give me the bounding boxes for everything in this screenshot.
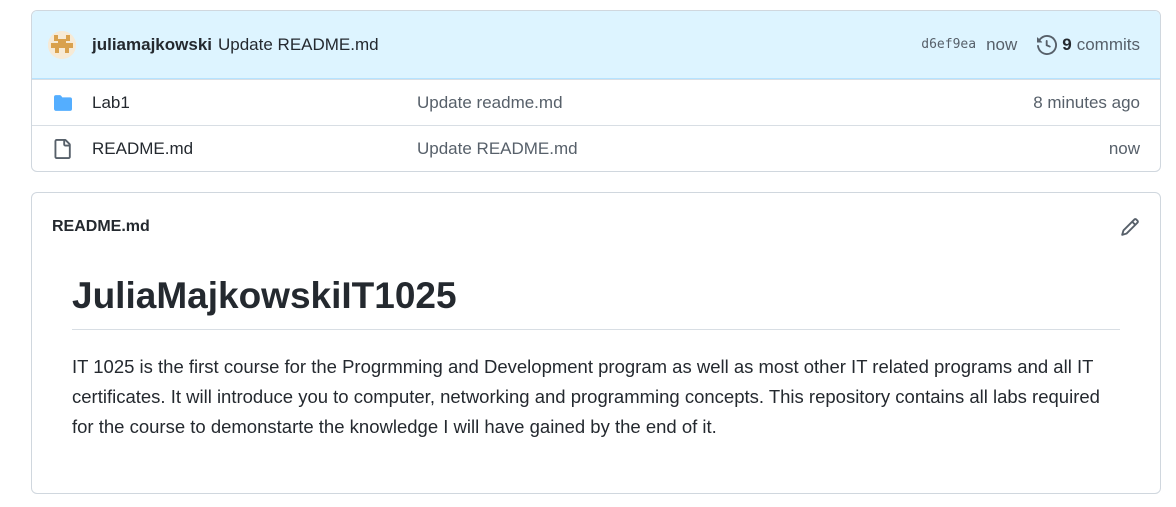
readme-filename-link[interactable]: README.md (52, 218, 150, 236)
readme-paragraph: IT 1025 is the first course for the Prog… (72, 356, 1100, 437)
commit-sha-link[interactable]: d6ef9ea (921, 37, 976, 52)
file-commit-time: 8 minutes ago (1033, 92, 1140, 112)
file-commit-time: now (1108, 138, 1140, 158)
commit-author-link[interactable]: juliamajkowski (92, 35, 212, 55)
readme-panel: README.md JuliaMajkowskiIT1025 IT 1025 i… (31, 192, 1161, 494)
file-name-link[interactable]: README.md (92, 139, 417, 159)
commit-meta: d6ef9ea now 9 commits (921, 35, 1140, 55)
avatar[interactable] (48, 30, 76, 59)
readme-content: JuliaMajkowskiIT1025 IT 1025 is the firs… (32, 261, 1160, 442)
history-icon (1037, 34, 1058, 55)
readme-header: README.md (32, 193, 1160, 261)
file-commit-message-link[interactable]: Update README.md (417, 139, 1109, 159)
file-browser: juliamajkowski Update README.md d6ef9ea … (31, 10, 1161, 172)
commit-history-link[interactable]: 9 commits (1037, 35, 1140, 55)
file-icon (52, 138, 74, 159)
commit-time: now (986, 34, 1018, 54)
commit-message-link[interactable]: Update README.md (218, 35, 379, 55)
pencil-icon[interactable] (1120, 217, 1140, 237)
commit-count: 9 (1062, 34, 1072, 54)
identicon-avatar-icon (48, 30, 76, 59)
file-commit-message-link[interactable]: Update readme.md (417, 93, 1033, 113)
file-row-lab1[interactable]: Lab1 Update readme.md 8 minutes ago (32, 79, 1160, 125)
readme-heading: JuliaMajkowskiIT1025 (72, 275, 1120, 330)
commits-label: commits (1076, 34, 1140, 54)
folder-icon (52, 94, 74, 112)
file-row-readme[interactable]: README.md Update README.md now (32, 125, 1160, 171)
latest-commit-bar: juliamajkowski Update README.md d6ef9ea … (32, 11, 1160, 79)
file-name-link[interactable]: Lab1 (92, 93, 417, 113)
